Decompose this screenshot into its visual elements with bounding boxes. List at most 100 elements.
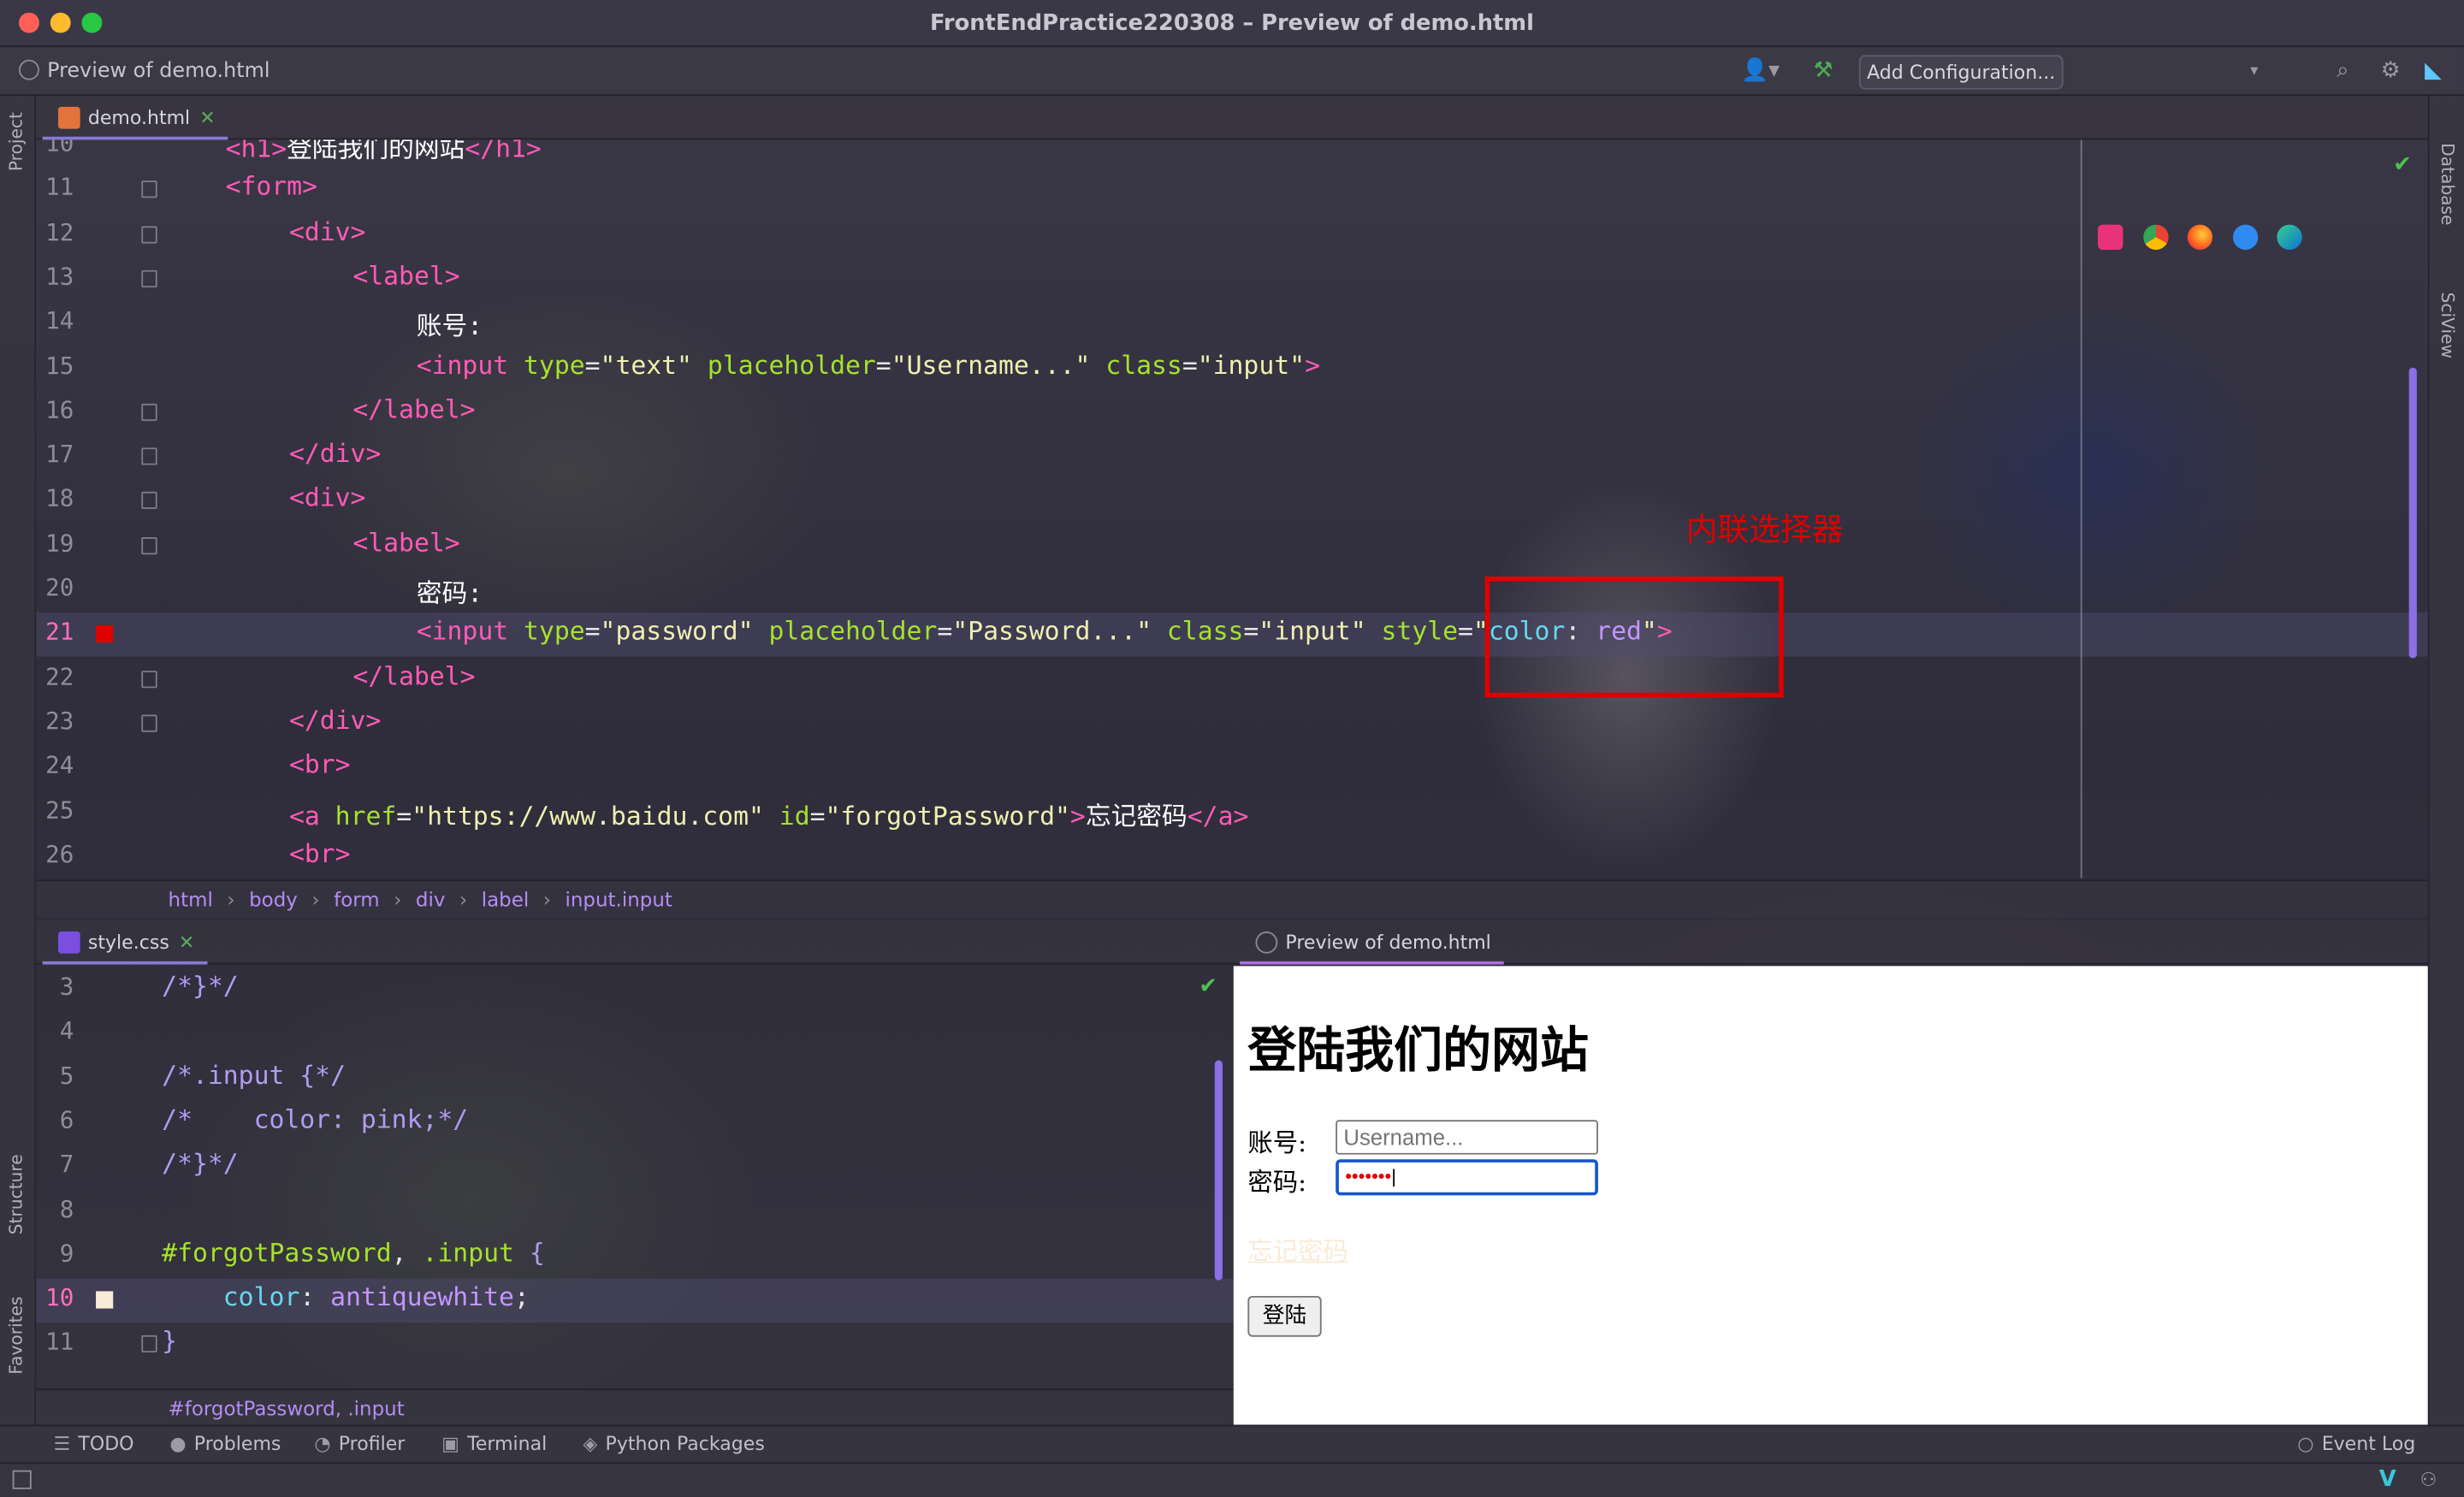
profiler-tool-button[interactable]: ◔ Profiler [314, 1433, 405, 1455]
line-number: 21 [45, 618, 74, 647]
tab-style-css[interactable]: style.css ✕ [42, 920, 208, 965]
css-breadcrumb-bar: #forgotPassword, .input [36, 1388, 1234, 1427]
color-swatch-icon[interactable] [96, 1291, 114, 1309]
structure-tool-tab[interactable]: Structure [6, 1154, 27, 1234]
tab-demo-html[interactable]: demo.html ✕ [42, 96, 228, 140]
fold-marker-icon[interactable] [141, 447, 157, 465]
sciview-tool-tab[interactable]: SciView [2437, 293, 2458, 358]
add-configuration-button[interactable]: Add Configuration... [1858, 55, 2064, 90]
fold-marker-icon[interactable] [141, 269, 157, 287]
build-hammer-icon[interactable]: ⚒ [1814, 58, 1833, 83]
vim-plugin-icon[interactable]: V [2379, 1467, 2396, 1492]
todo-tool-button[interactable]: ☰ TODO [53, 1433, 133, 1455]
line-number: 11 [45, 1328, 74, 1357]
favorites-tool-tab[interactable]: Favorites [6, 1296, 27, 1374]
code-token: "input" [1197, 349, 1306, 380]
project-tool-tab[interactable]: Project [6, 112, 27, 171]
safari-icon[interactable] [2232, 224, 2259, 250]
line-number: 10 [45, 1283, 74, 1312]
database-tool-tab[interactable]: Database [2437, 143, 2458, 225]
fold-marker-icon[interactable] [141, 180, 157, 198]
user-icon[interactable]: 👤▾ [1741, 58, 1780, 83]
code-token: <a [288, 800, 335, 831]
code-token: : [299, 1281, 331, 1312]
html-breadcrumb-bar: html › body › form › div › label › input.input [36, 879, 2428, 918]
code-token: "Password..." [952, 616, 1167, 647]
fold-marker-icon[interactable] [141, 670, 157, 688]
code-token: "input" [1259, 616, 1382, 647]
run-dropdown-icon[interactable]: ▾ [2250, 62, 2258, 80]
preview-globe-icon [19, 59, 39, 80]
tab-preview[interactable]: Preview of demo.html [1240, 920, 1504, 965]
code-token: <form> [225, 171, 317, 202]
password-input[interactable]: •••••••| [1336, 1159, 1598, 1196]
terminal-tool-button[interactable]: ▣ Terminal [441, 1433, 547, 1455]
code-line: /*}*/ [162, 971, 239, 1001]
window-title: FrontEndPractice220308 – Preview of demo… [929, 10, 1534, 37]
username-input[interactable] [1336, 1120, 1598, 1155]
code-token: <input [416, 616, 524, 647]
code-line: <div> [289, 216, 366, 246]
close-tab-icon[interactable]: ✕ [179, 932, 194, 954]
preview-tabbar: Preview of demo.html [1233, 920, 2428, 965]
breadcrumb-item[interactable]: body [249, 888, 298, 912]
html-file-icon [57, 106, 80, 129]
search-icon[interactable]: ⌕ [2337, 58, 2348, 83]
fold-marker-icon[interactable] [141, 403, 157, 421]
line-number: 14 [45, 306, 74, 335]
edge-icon[interactable] [2277, 224, 2302, 250]
html-editor[interactable]: 10 11 12 13 14 15 16 17 18 19 20 21 22 23 24 25 26 <h1>登… [36, 139, 2428, 879]
code-token: <input [416, 349, 524, 380]
fold-marker-icon[interactable] [141, 225, 157, 243]
login-button[interactable]: 登陆 [1247, 1295, 1322, 1337]
line-number: 6 [59, 1105, 74, 1134]
code-token: <div> [288, 482, 366, 513]
breadcrumb-item[interactable]: label [482, 888, 530, 912]
css-editor[interactable]: 3 4 5 6 7 8 9 10 11 /*}*/ /*.input {*/ /* color: p… [36, 966, 1234, 1390]
no-problems-check-icon: ✔ [1199, 973, 1217, 999]
preview-globe-icon [1255, 931, 1278, 954]
line-number: 17 [45, 440, 74, 469]
css-editor-tabbar: style.css ✕ [36, 920, 1234, 965]
layout-toggle-icon[interactable] [12, 1470, 32, 1489]
line-number: 7 [59, 1150, 74, 1179]
close-tab-icon[interactable]: ✕ [199, 107, 215, 129]
breadcrumb-item[interactable]: form [334, 888, 380, 912]
fold-marker-icon[interactable] [141, 714, 157, 732]
code-token: 密码: [416, 577, 483, 608]
webstorm-browser-icon[interactable] [2097, 224, 2123, 250]
inspector-icon[interactable]: ⚇ [2420, 1469, 2437, 1491]
event-log-tool-button[interactable]: ○ Event Log [2297, 1433, 2415, 1455]
code-token: = [1458, 616, 1473, 647]
fold-marker-icon[interactable] [141, 1335, 157, 1353]
code-token: ; [513, 1281, 530, 1312]
settings-gear-icon[interactable]: ⚙ [2381, 58, 2401, 83]
chrome-icon[interactable] [2143, 224, 2169, 250]
breadcrumb-item[interactable]: html [169, 888, 213, 912]
code-token: 登陆我们的网站 [287, 139, 465, 163]
code-token: = [584, 616, 601, 647]
problems-tool-button[interactable]: ● Problems [169, 1433, 281, 1455]
code-token: href [335, 800, 397, 831]
breadcrumb-item[interactable]: input.input [565, 888, 672, 912]
firefox-icon[interactable] [2187, 224, 2213, 250]
tool-window-bar: ☰ TODO ● Problems ◔ Profiler ▣ Terminal ◈ Pyt… [0, 1424, 2464, 1463]
breadcrumb-item[interactable]: div [416, 888, 446, 912]
css-scrollbar[interactable] [1214, 1060, 1223, 1281]
left-tool-strip: Project Structure Favorites [0, 96, 37, 1425]
fold-marker-icon[interactable] [141, 492, 157, 510]
code-token: <label> [352, 527, 460, 558]
color-swatch-icon[interactable] [96, 625, 114, 643]
editor-scrollbar[interactable] [2408, 367, 2417, 659]
code-token: > [1069, 800, 1086, 831]
fold-marker-icon[interactable] [141, 536, 157, 554]
python-packages-tool-button[interactable]: ◈ Python Packages [583, 1433, 764, 1455]
code-token: /*.input {*/ [162, 1059, 346, 1090]
info-icon: ● [169, 1432, 187, 1455]
plugin-logo-icon[interactable]: ◣ [2425, 58, 2442, 83]
right-tool-strip: Database SciView [2427, 96, 2464, 1425]
code-token: color [222, 1281, 300, 1312]
code-token: id [779, 800, 810, 831]
forgot-password-link[interactable]: 忘记密码 [1247, 1230, 1348, 1268]
navigation-breadcrumb[interactable]: Preview of demo.html [19, 59, 270, 83]
